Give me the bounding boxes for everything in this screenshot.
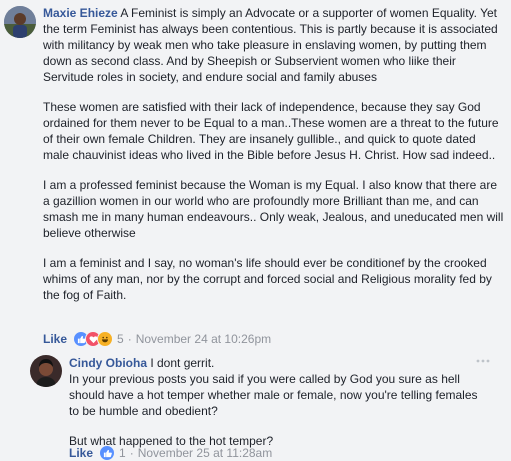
like-button[interactable]: Like: [43, 331, 67, 347]
author-name[interactable]: Maxie Ehieze: [43, 6, 118, 20]
haha-icon: [97, 331, 114, 347]
comment-paragraph: These women are satisfied with their lac…: [43, 100, 499, 162]
reactions-summary[interactable]: 5: [73, 331, 124, 347]
avatar[interactable]: [30, 355, 62, 387]
author-name[interactable]: Cindy Obioha: [69, 356, 147, 370]
timestamp[interactable]: November 25 at 11:28am: [138, 445, 273, 461]
avatar-image: [30, 355, 62, 387]
separator: ·: [127, 332, 132, 346]
like-button[interactable]: Like: [69, 445, 93, 461]
like-icon: [99, 445, 116, 461]
avatar[interactable]: [4, 6, 36, 38]
reactions-summary[interactable]: 1: [99, 445, 126, 461]
reaction-count: 5: [117, 332, 124, 346]
avatar-image: [4, 6, 36, 38]
comment-actions: Like 1 · November 25 at 11:28am: [69, 445, 272, 461]
more-options-icon[interactable]: [476, 352, 490, 366]
comment-actions: Like 5 · November 24 at 10:26pm: [43, 331, 271, 347]
comment-paragraph: Maxie Ehieze A Feminist is simply an Adv…: [43, 5, 505, 85]
comment-body: Maxie Ehieze A Feminist is simply an Adv…: [43, 5, 505, 303]
timestamp[interactable]: November 24 at 10:26pm: [136, 331, 271, 347]
comment-body: Cindy Obioha I dont gerrit. In your prev…: [69, 355, 489, 449]
comment-paragraph: Cindy Obioha I dont gerrit. In your prev…: [69, 355, 489, 419]
comment-paragraph: I am a feminist and I say, no woman's li…: [43, 256, 492, 302]
comment-paragraph: I am a professed feminist because the Wo…: [43, 178, 504, 240]
reaction-count: 1: [119, 446, 126, 460]
separator: ·: [129, 446, 134, 460]
